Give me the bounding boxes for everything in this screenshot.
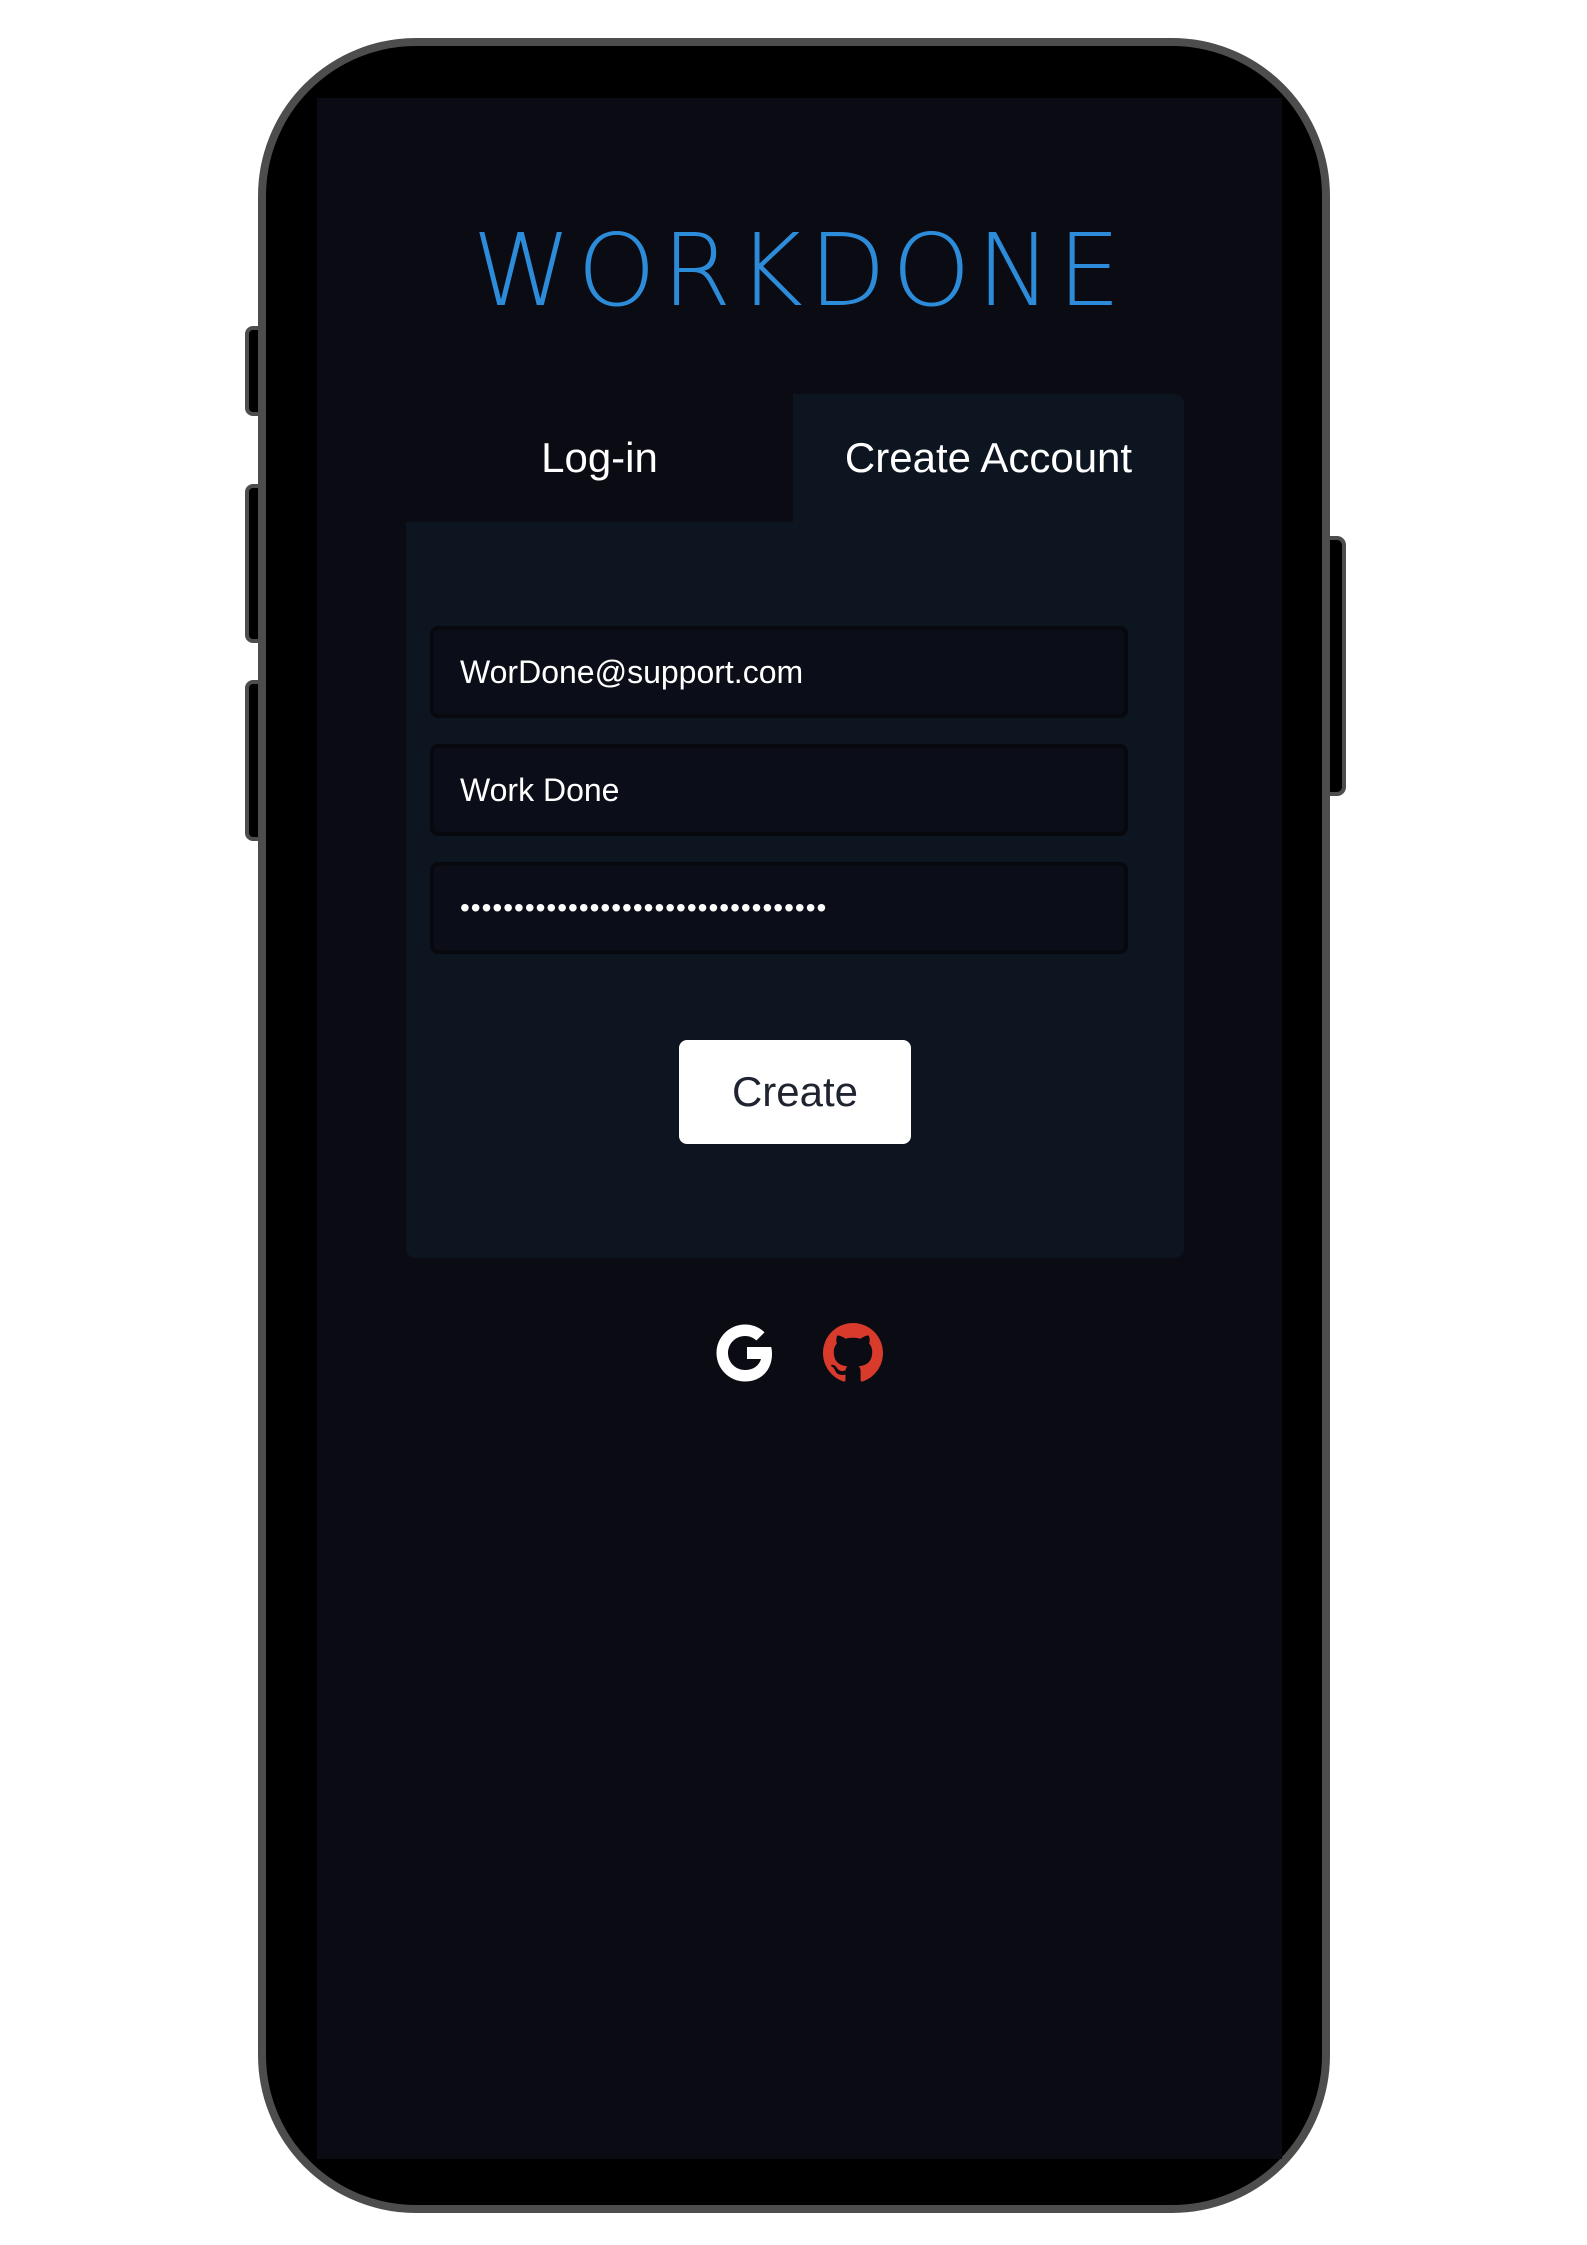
- create-button-label: Create: [731, 1068, 859, 1115]
- tab-login-label: Log-in: [541, 434, 658, 481]
- email-field-value: WorDone@support.com: [460, 653, 804, 690]
- email-field[interactable]: WorDone@support.com: [430, 626, 1128, 718]
- password-field[interactable]: ••••••••••••••••••••••••••••••••••: [430, 862, 1128, 954]
- github-icon[interactable]: [818, 1318, 888, 1388]
- password-field-value: ••••••••••••••••••••••••••••••••••: [460, 892, 828, 923]
- google-icon[interactable]: [710, 1318, 780, 1388]
- app-logo: WORKDONE: [472, 212, 1127, 329]
- tab-create-account[interactable]: Create Account: [793, 394, 1184, 522]
- app-screen: WORKDONE Log-in Create Account WorDone@s…: [317, 98, 1282, 2159]
- tab-create-account-label: Create Account: [844, 434, 1133, 481]
- create-account-form: WorDone@support.com Work Done ••••••••••…: [406, 522, 1184, 1258]
- tab-login[interactable]: Log-in: [406, 394, 793, 522]
- auth-card: Log-in Create Account WorDone@support.co…: [406, 394, 1184, 1258]
- name-field[interactable]: Work Done: [430, 744, 1128, 836]
- create-button[interactable]: Create: [679, 1040, 911, 1144]
- name-field-value: Work Done: [460, 771, 620, 808]
